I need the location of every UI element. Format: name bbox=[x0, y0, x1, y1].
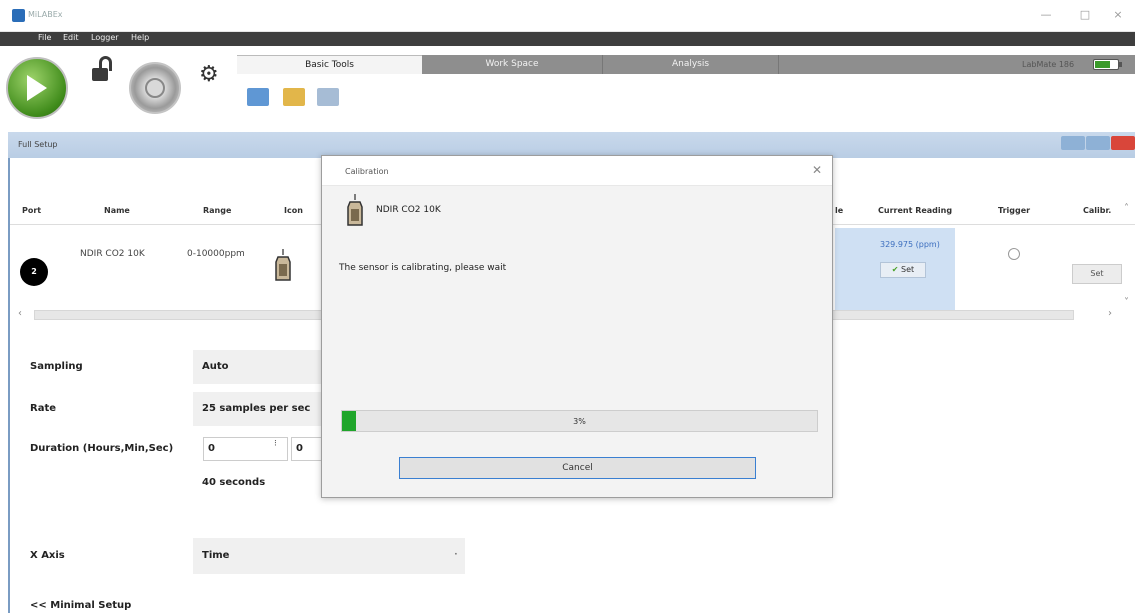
panel-minimize-button[interactable] bbox=[1061, 136, 1085, 150]
col-scale: le bbox=[835, 206, 844, 215]
sensor-name-cell: NDIR CO2 10K bbox=[80, 249, 145, 259]
tab-basic-tools[interactable]: Basic Tools bbox=[237, 55, 422, 74]
scroll-right-icon[interactable]: › bbox=[1108, 308, 1112, 319]
x-axis-label: X Axis bbox=[30, 550, 65, 561]
col-icon: Icon bbox=[284, 206, 303, 215]
rate-label: Rate bbox=[30, 403, 57, 414]
col-name: Name bbox=[104, 206, 130, 215]
col-current-reading: Current Reading bbox=[878, 206, 953, 215]
dialog-title: Calibration bbox=[345, 167, 389, 176]
menu-help[interactable]: Help bbox=[131, 33, 149, 42]
minimal-setup-link[interactable]: << Minimal Setup bbox=[30, 600, 131, 611]
col-calibrate: Calibr. bbox=[1083, 206, 1112, 215]
panel-close-button[interactable] bbox=[1111, 136, 1135, 150]
close-button[interactable]: × bbox=[1108, 8, 1128, 22]
record-icon bbox=[145, 78, 165, 98]
battery-level bbox=[1095, 61, 1110, 68]
rate-value: 25 samples per sec bbox=[202, 403, 311, 414]
co2-sensor-icon bbox=[274, 248, 292, 285]
sampling-value: Auto bbox=[202, 361, 229, 372]
port-badge: 2 bbox=[20, 258, 48, 286]
panel-restore-button[interactable] bbox=[1086, 136, 1110, 150]
dropdown-icon: · bbox=[454, 547, 458, 561]
duration-minutes-value: 0 bbox=[296, 443, 303, 454]
dialog-header bbox=[322, 156, 832, 186]
tab-work-space[interactable]: Work Space bbox=[422, 55, 602, 74]
set-reading-button[interactable]: ✔ Set bbox=[880, 262, 926, 278]
progress-label: 3% bbox=[573, 417, 586, 426]
maximize-button[interactable]: □ bbox=[1075, 8, 1095, 22]
tab-divider bbox=[778, 55, 779, 74]
set-reading-label: Set bbox=[901, 265, 915, 274]
table-scroll-up-icon[interactable]: ˄ bbox=[1124, 203, 1129, 214]
co2-sensor-icon bbox=[346, 193, 364, 230]
x-axis-value: Time bbox=[202, 550, 230, 561]
dialog-body bbox=[322, 186, 832, 497]
tab-analysis[interactable]: Analysis bbox=[603, 55, 778, 74]
app-title: MiLABEx bbox=[28, 10, 63, 19]
duration-hours-value: 0 bbox=[208, 443, 215, 454]
col-range: Range bbox=[203, 206, 232, 215]
new-file-icon[interactable] bbox=[247, 88, 269, 106]
device-label: LabMate 186 bbox=[1022, 60, 1075, 69]
app-logo-icon bbox=[12, 9, 25, 22]
menu-bar bbox=[0, 32, 1135, 46]
spinner-arrows-icon[interactable]: ⁝ bbox=[274, 439, 277, 449]
play-icon bbox=[27, 75, 47, 101]
menu-file[interactable]: File bbox=[38, 33, 51, 42]
cancel-button[interactable]: Cancel bbox=[399, 457, 756, 479]
save-icon[interactable] bbox=[317, 88, 339, 106]
menu-edit[interactable]: Edit bbox=[63, 33, 79, 42]
col-port: Port bbox=[22, 206, 42, 215]
gear-icon[interactable]: ⚙ bbox=[199, 64, 219, 86]
menu-logger[interactable]: Logger bbox=[91, 33, 119, 42]
trigger-radio[interactable] bbox=[1008, 248, 1020, 260]
dialog-close-icon[interactable]: ✕ bbox=[812, 163, 822, 177]
dialog-sensor-name: NDIR CO2 10K bbox=[376, 205, 441, 215]
open-folder-icon[interactable] bbox=[283, 88, 305, 106]
check-icon: ✔ bbox=[891, 265, 902, 274]
col-trigger: Trigger bbox=[998, 206, 1031, 215]
title-bar bbox=[0, 0, 1135, 32]
duration-label: Duration (Hours,Min,Sec) bbox=[30, 443, 174, 454]
sampling-label: Sampling bbox=[30, 361, 83, 372]
x-axis-select[interactable] bbox=[193, 538, 465, 574]
battery-tip bbox=[1119, 62, 1122, 67]
app-window: MiLABEx — □ × File Edit Logger Help Basi… bbox=[0, 0, 1135, 613]
full-setup-title: Full Setup bbox=[18, 140, 58, 149]
calibrate-set-button[interactable]: Set bbox=[1072, 264, 1122, 284]
calibration-status-message: The sensor is calibrating, please wait bbox=[339, 263, 507, 273]
unlock-icon-body bbox=[92, 68, 108, 81]
current-reading-value: 329.975 (ppm) bbox=[880, 240, 940, 249]
table-scroll-down-icon[interactable]: ˅ bbox=[1124, 297, 1129, 308]
duration-summary: 40 seconds bbox=[202, 477, 266, 488]
scroll-left-icon[interactable]: ‹ bbox=[18, 308, 22, 319]
sensor-range-cell: 0-10000ppm bbox=[187, 249, 245, 259]
minimize-button[interactable]: — bbox=[1036, 8, 1056, 22]
